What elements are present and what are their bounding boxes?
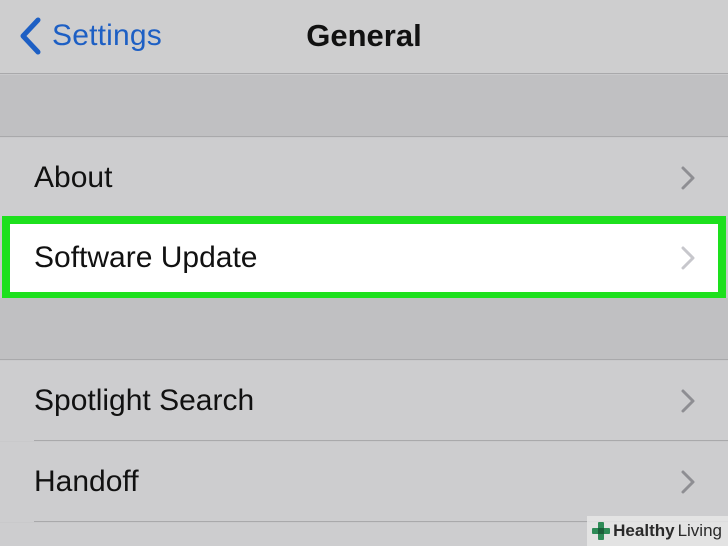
- section-spacer: [0, 298, 728, 360]
- chevron-right-icon: [681, 246, 695, 270]
- chevron-right-icon: [681, 470, 695, 494]
- list-item-label: About: [34, 161, 113, 194]
- list-item-spotlight-search[interactable]: Spotlight Search: [0, 361, 728, 441]
- watermark-brand-light: Living: [677, 521, 722, 540]
- chevron-right-icon: [681, 166, 695, 190]
- list-item-label: Spotlight Search: [34, 384, 255, 417]
- section-spacer: [0, 75, 728, 137]
- watermark-brand-bold: Healthy: [613, 521, 675, 540]
- row-divider: [34, 440, 728, 441]
- list-item-label: Handoff: [34, 465, 139, 498]
- list-item-software-update[interactable]: Software Update: [2, 216, 726, 300]
- cross-logo-icon: [592, 522, 611, 540]
- watermark-logo: Healthy Living: [587, 516, 728, 546]
- list-item-about[interactable]: About: [0, 138, 728, 218]
- list-item-label: Software Update: [34, 241, 258, 274]
- chevron-right-icon: [681, 389, 695, 413]
- navigation-bar: Settings General: [0, 0, 728, 74]
- list-item-handoff[interactable]: Handoff: [0, 442, 728, 522]
- page-title: General: [306, 18, 422, 53]
